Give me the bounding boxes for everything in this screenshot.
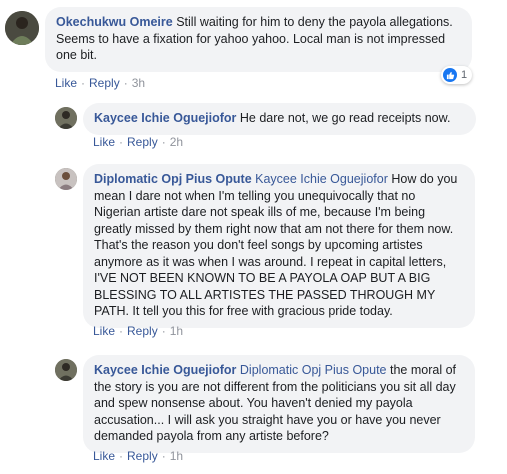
comment-bubble: Diplomatic Opj Pius Opute Kaycee Ichie O… (83, 164, 475, 328)
separator: · (161, 449, 166, 463)
mention-link[interactable]: Diplomatic Opj Pius Opute (240, 363, 387, 377)
comment-bubble: Kaycee Ichie Oguejiofor Diplomatic Opj P… (83, 355, 475, 453)
reaction-count: 1 (461, 69, 468, 81)
separator: · (119, 449, 124, 463)
comment-author[interactable]: Diplomatic Opj Pius Opute (94, 172, 252, 186)
reply-link[interactable]: Reply (89, 76, 120, 90)
mention-link[interactable]: Kaycee Ichie Oguejiofor (255, 172, 388, 186)
comment-actions: Like · Reply · 1h (93, 324, 183, 338)
separator: · (161, 324, 166, 338)
avatar[interactable] (55, 107, 77, 129)
separator: · (119, 324, 124, 338)
comment-author[interactable]: Kaycee Ichie Oguejiofor (94, 111, 236, 125)
reaction-count-badge[interactable]: 1 (441, 66, 473, 84)
like-link[interactable]: Like (93, 324, 115, 338)
comment-bubble: Kaycee Ichie Oguejiofor He dare not, we … (83, 103, 476, 135)
comment-text: He dare not, we go read receipts now. (239, 111, 451, 125)
avatar[interactable] (55, 359, 77, 381)
comment-time[interactable]: 3h (132, 76, 145, 90)
comment-time[interactable]: 1h (170, 449, 183, 463)
like-link[interactable]: Like (55, 76, 77, 90)
reply-link[interactable]: Reply (127, 324, 158, 338)
thumbs-up-icon (443, 68, 457, 82)
comment-actions: Like · Reply · 1h (93, 449, 183, 463)
like-link[interactable]: Like (93, 449, 115, 463)
comment-bubble: Okechukwu Omeire Still waiting for him t… (45, 7, 472, 72)
comment-time[interactable]: 2h (170, 135, 183, 149)
separator: · (81, 76, 86, 90)
comment-text: How do you mean I dare not when I'm tell… (94, 172, 458, 318)
separator: · (161, 135, 166, 149)
separator: · (119, 135, 124, 149)
reply-link[interactable]: Reply (127, 449, 158, 463)
avatar[interactable] (55, 168, 77, 190)
comment-time[interactable]: 1h (170, 324, 183, 338)
reply-link[interactable]: Reply (127, 135, 158, 149)
like-link[interactable]: Like (93, 135, 115, 149)
separator: · (123, 76, 128, 90)
avatar[interactable] (5, 11, 39, 45)
comment-author[interactable]: Okechukwu Omeire (56, 15, 173, 29)
comment-actions: Like · Reply · 2h (93, 135, 183, 149)
comment-author[interactable]: Kaycee Ichie Oguejiofor (94, 363, 236, 377)
comment-actions: Like · Reply · 3h (55, 76, 145, 90)
